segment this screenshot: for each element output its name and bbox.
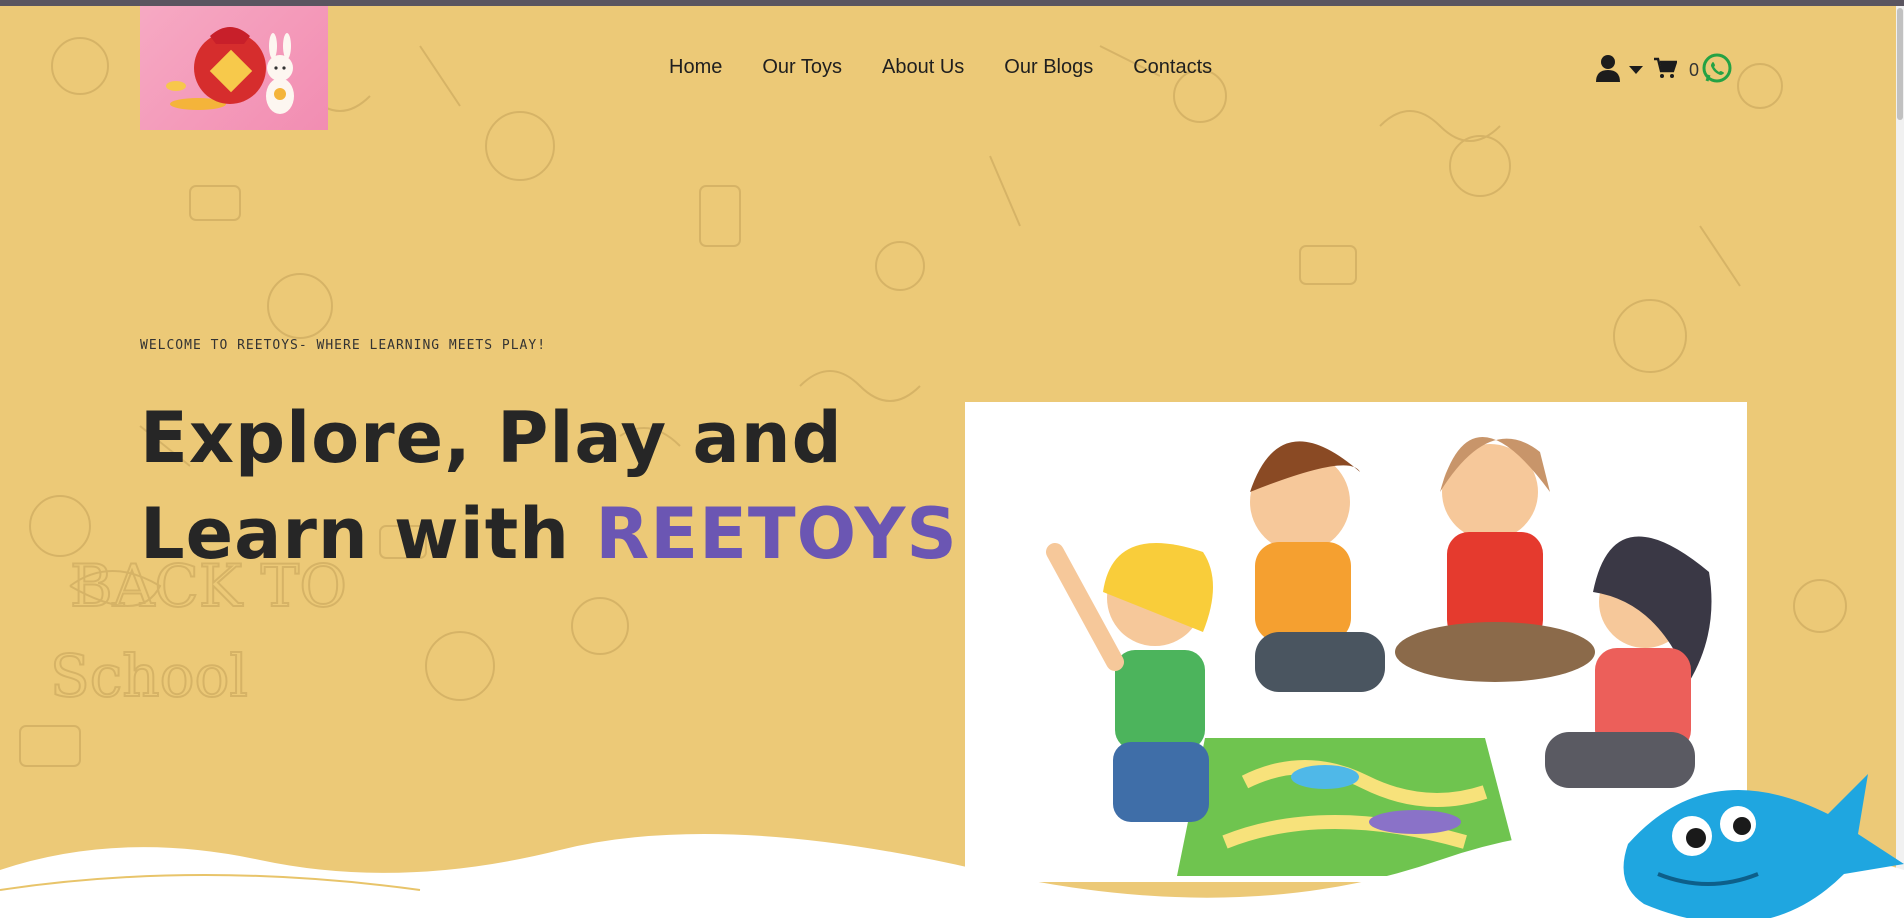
- headline-line-2: Learn with REETOYS!!..: [140, 486, 1079, 582]
- cart-icon[interactable]: [1653, 56, 1678, 85]
- nav-our-toys[interactable]: Our Toys: [762, 56, 842, 79]
- nav-home[interactable]: Home: [669, 56, 722, 79]
- welcome-text: Welcome to Reetoys- Where Learning Meets…: [140, 338, 547, 353]
- main-nav: Home Our Toys About Us Our Blogs Contact…: [669, 56, 1252, 79]
- cart-count: 0: [1689, 60, 1700, 80]
- scrollbar-thumb[interactable]: [1897, 8, 1903, 120]
- user-icon[interactable]: [1595, 54, 1621, 87]
- nav-our-blogs[interactable]: Our Blogs: [1004, 56, 1093, 79]
- site-logo[interactable]: [140, 6, 328, 130]
- nav-contacts[interactable]: Contacts: [1133, 56, 1212, 79]
- caret-down-icon[interactable]: [1629, 62, 1643, 80]
- nav-about-us[interactable]: About Us: [882, 56, 964, 79]
- svg-text:School: School: [50, 642, 248, 710]
- whatsapp-icon[interactable]: [1701, 52, 1733, 89]
- hero-headline: Explore, Play and Learn with REETOYS!!..: [140, 390, 1079, 582]
- logo-illustration: [166, 27, 294, 114]
- shark-toy-decoration: [1623, 774, 1904, 918]
- headline-line-2-prefix: Learn with: [140, 493, 596, 575]
- header-actions: 0: [1595, 52, 1733, 89]
- headline-line-1: Explore, Play and: [140, 397, 843, 479]
